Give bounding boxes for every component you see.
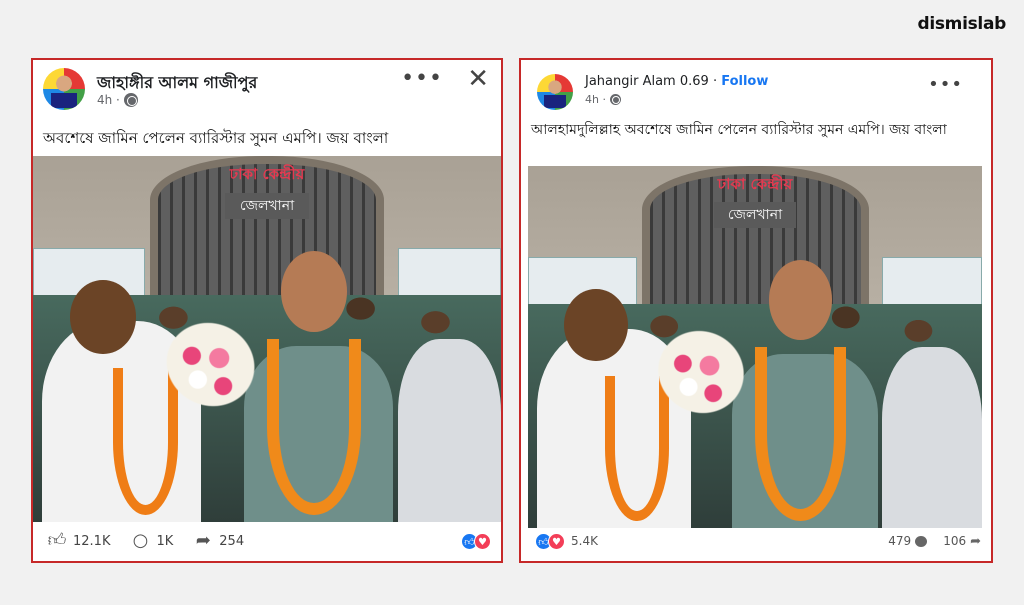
post-caption: আলহামদুলিল্লাহ অবশেষে জামিন পেলেন ব্যারি… xyxy=(531,122,947,138)
post-time[interactable]: 4h · xyxy=(585,93,606,106)
banner-right xyxy=(398,247,501,299)
like-button[interactable]: 👍︎ 12.1K xyxy=(47,530,111,551)
left-facebook-post: জাহাঙ্গীর আলম গাজীপুর 4h · ••• ✕ অবশেষে … xyxy=(31,58,503,563)
post-stats: 👍︎ ♥ 5.4K 479 106 ➦ xyxy=(521,521,991,561)
comment-button[interactable]: ○ 1K xyxy=(130,530,174,551)
like-count: 12.1K xyxy=(73,533,111,549)
share-stat[interactable]: 106 ➦ xyxy=(943,534,981,549)
share-icon: ➦ xyxy=(970,533,981,549)
share-button[interactable]: ➦ 254 xyxy=(193,531,244,551)
post-header: জাহাঙ্গীর আলম গাজীপুর 4h · ••• ✕ xyxy=(33,60,501,118)
love-reaction-icon: ♥ xyxy=(548,532,565,550)
reaction-icons[interactable]: 👍︎ ♥ xyxy=(461,532,491,550)
jail-sign-top: ঢাকা কেন্দ্রীয় xyxy=(229,165,305,184)
engagement-stats: 479 106 ➦ xyxy=(888,534,981,549)
post-caption: অবশেষে জামিন পেলেন ব্যারিস্টার সুমন এমপি… xyxy=(43,129,389,147)
man-right xyxy=(398,339,501,522)
reaction-count[interactable]: 5.4K xyxy=(571,534,598,548)
post-meta: 4h · xyxy=(97,93,138,107)
post-header: Jahangir Alam 0.69 · Follow 4h · ••• xyxy=(521,60,991,118)
garland-center xyxy=(755,347,846,521)
more-options-icon[interactable]: ••• xyxy=(401,66,443,91)
more-options-icon[interactable]: ••• xyxy=(928,74,963,95)
post-photo[interactable]: ঢাকা কেন্দ্রীয় জেলখানা xyxy=(33,156,501,522)
garland-center xyxy=(267,339,361,515)
close-icon[interactable]: ✕ xyxy=(467,64,489,94)
jail-sign-bottom: জেলখানা xyxy=(714,202,796,229)
share-icon: ➦ xyxy=(195,530,211,551)
share-count: 254 xyxy=(219,533,245,549)
follow-button[interactable]: Follow xyxy=(721,74,768,89)
author-avatar[interactable] xyxy=(43,68,85,110)
share-count: 106 xyxy=(943,534,967,548)
post-time[interactable]: 4h · xyxy=(97,93,120,107)
post-photo[interactable]: ঢাকা কেন্দ্রীয় জেলখানা xyxy=(528,166,982,528)
love-reaction-icon: ♥ xyxy=(474,532,491,550)
author-name-row: Jahangir Alam 0.69 · Follow xyxy=(585,74,769,89)
dismislab-logo: dismislab xyxy=(917,14,1006,34)
man-right xyxy=(882,347,982,528)
banner-right xyxy=(882,256,982,308)
jail-sign-top: ঢাকা কেন্দ্রীয় xyxy=(717,175,793,194)
thumbs-up-icon: 👍︎ xyxy=(47,530,67,551)
globe-icon xyxy=(123,93,138,107)
comment-count: 479 xyxy=(888,534,912,548)
author-avatar[interactable] xyxy=(537,74,573,110)
comment-count: 1K xyxy=(156,533,174,549)
reaction-icons[interactable]: 👍︎ ♥ xyxy=(535,532,565,550)
post-meta: 4h · xyxy=(585,93,621,106)
right-facebook-post: Jahangir Alam 0.69 · Follow 4h · ••• আলহ… xyxy=(519,58,993,563)
author-name[interactable]: Jahangir Alam 0.69 xyxy=(585,74,709,89)
comment-icon: ○ xyxy=(132,530,149,551)
jail-sign-bottom: জেলখানা xyxy=(224,192,310,219)
comment-stat[interactable]: 479 xyxy=(888,534,928,548)
post-actions: 👍︎ 12.1K ○ 1K ➦ 254 👍︎ ♥ xyxy=(33,521,501,561)
comment-icon xyxy=(915,535,928,547)
globe-icon xyxy=(609,94,621,105)
